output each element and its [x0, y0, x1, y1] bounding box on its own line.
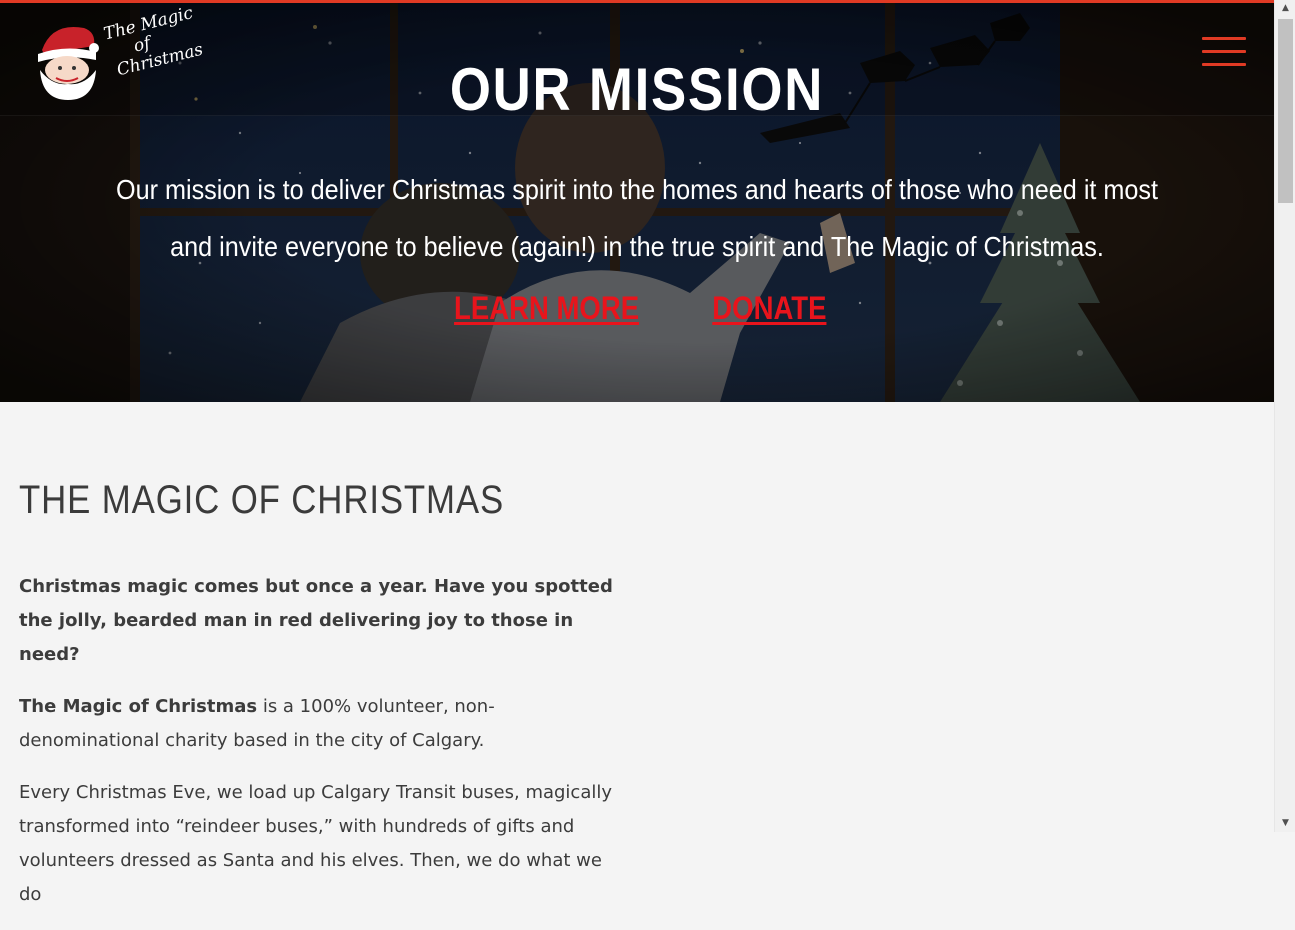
charity-name: The Magic of Christmas: [19, 696, 258, 717]
menu-bar: [1202, 63, 1246, 66]
hero-links: LEARN MORE DONATE: [0, 290, 1274, 327]
christmas-eve-paragraph: Every Christmas Eve, we load up Calgary …: [19, 782, 613, 905]
intro-paragraph: The Magic of Christmas is a 100% volunte…: [19, 690, 619, 758]
hero-section: The Magic of Christmas OUR MISSION Our m…: [0, 3, 1274, 402]
lead-paragraph: Christmas magic comes but once a year. H…: [19, 576, 613, 665]
scroll-up-arrow-icon[interactable]: ▲: [1275, 0, 1295, 17]
section-heading: THE MAGIC OF CHRISTMAS: [19, 478, 505, 522]
page-scrollbar[interactable]: ▲ ▼: [1274, 0, 1295, 832]
hamburger-menu-icon[interactable]: [1202, 37, 1246, 71]
menu-bar: [1202, 37, 1246, 40]
main-content: THE MAGIC OF CHRISTMAS Christmas magic c…: [19, 470, 619, 930]
donate-link[interactable]: DONATE: [712, 290, 826, 327]
hero-title: OUR MISSION: [449, 56, 825, 123]
hero-mission-text: Our mission is to deliver Christmas spir…: [115, 174, 1159, 262]
scrollbar-thumb[interactable]: [1278, 19, 1293, 203]
scroll-down-arrow-icon[interactable]: ▼: [1275, 815, 1295, 832]
learn-more-link[interactable]: LEARN MORE: [454, 290, 639, 327]
menu-bar: [1202, 50, 1246, 53]
